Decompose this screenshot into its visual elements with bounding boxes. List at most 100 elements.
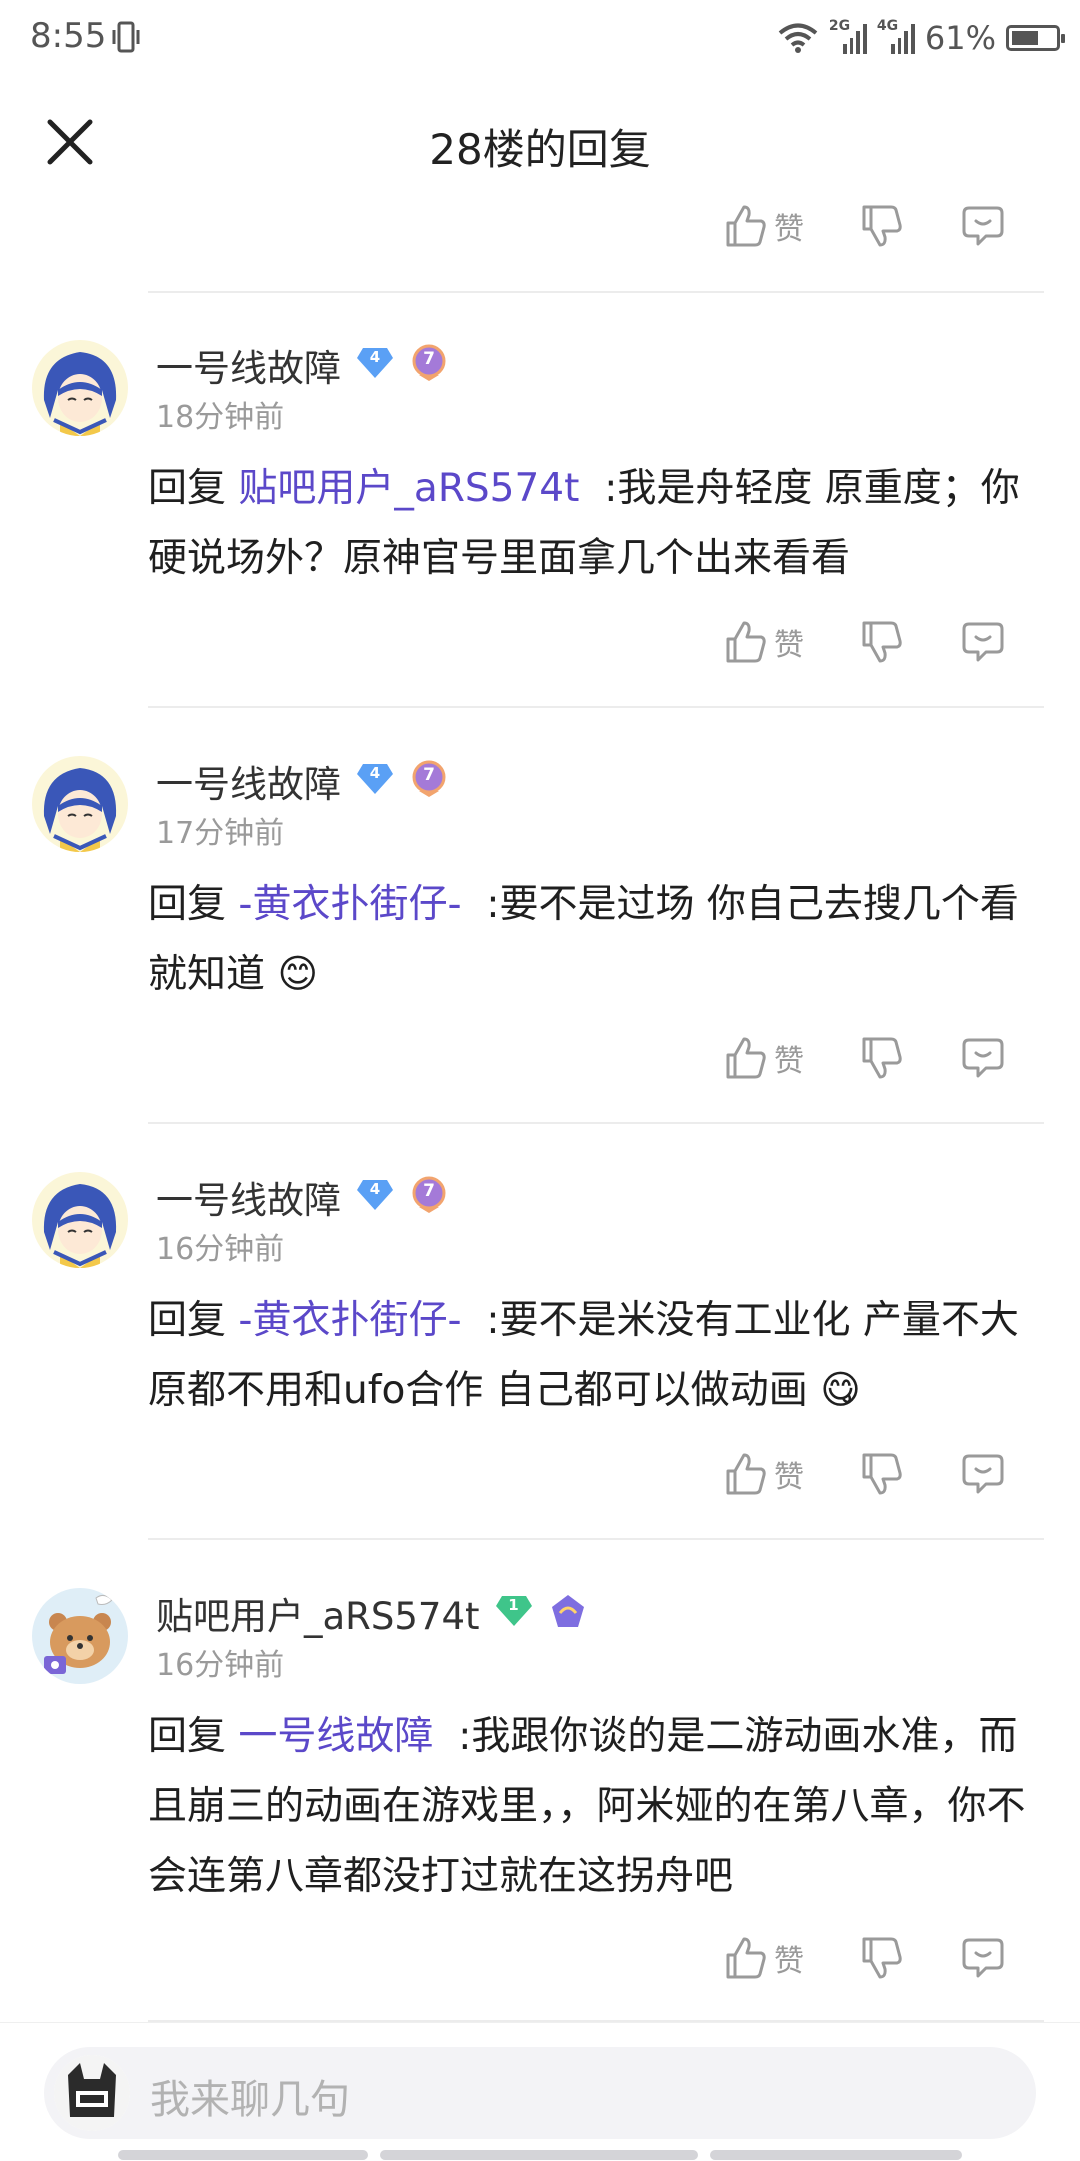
- level-number: 4: [369, 348, 381, 366]
- member-level-number: 7: [423, 1181, 435, 1201]
- member-badge: 7: [409, 1175, 449, 1219]
- comment-text: 回复 贴吧用户_aRS574t :我是舟轻度 原重度；你硬说场外？原神官号里面拿…: [148, 466, 1020, 581]
- comment-text: 回复 一号线故障 :我跟你谈的是二游动画水准，而且崩三的动画在游戏里，，阿米娅的…: [148, 1714, 1026, 1899]
- like-label: 赞: [774, 1944, 804, 1979]
- user-avatar-image: [32, 340, 128, 436]
- avatar[interactable]: [32, 1172, 128, 1268]
- thumbs-up-icon: [726, 1453, 766, 1495]
- reply-input[interactable]: 我来聊几句: [44, 2047, 1036, 2139]
- status-time: 8:55: [30, 16, 107, 56]
- reply-input-bar: 我来聊几句: [0, 2022, 1080, 2161]
- level-badge: 4: [355, 1178, 395, 1216]
- signal-4g-icon: 4G: [877, 18, 915, 54]
- page-title: 28楼的回复: [429, 125, 651, 174]
- divider: [148, 1538, 1044, 1540]
- comment-icon: [962, 1454, 1004, 1494]
- comment-text: 回复 -黄衣扑街仔- :要不是过场 你自己去搜几个看就知道 😊: [148, 882, 1019, 997]
- bottom-tab: [118, 2150, 368, 2160]
- thumbs-down-icon: [862, 621, 902, 663]
- member-level-number: 7: [423, 349, 435, 369]
- mention-link[interactable]: -黄衣扑街仔-: [238, 882, 461, 927]
- dislike-button[interactable]: [858, 1928, 904, 1988]
- divider: [148, 291, 1044, 293]
- user-avatar-image: [32, 1588, 128, 1684]
- like-label: 赞: [774, 628, 804, 663]
- reply-button[interactable]: [960, 1028, 1006, 1088]
- comment-icon: [962, 1938, 1004, 1978]
- prev-comment-actions: 赞: [722, 196, 1042, 256]
- like-button[interactable]: 赞: [722, 196, 804, 256]
- header: 28楼的回复: [0, 78, 1080, 206]
- bottom-tab: [380, 2150, 698, 2160]
- comment-icon: [962, 206, 1004, 246]
- wifi-icon: [778, 23, 818, 53]
- like-label: 赞: [774, 1460, 804, 1495]
- like-label: 赞: [774, 1044, 804, 1079]
- username[interactable]: 一号线故障: [156, 754, 341, 808]
- divider: [148, 706, 1044, 708]
- dislike-button[interactable]: [858, 1028, 904, 1088]
- level-number: 4: [369, 764, 381, 782]
- timestamp: 16分钟前: [156, 1648, 285, 1683]
- reply-button[interactable]: [960, 1928, 1006, 1988]
- timestamp: 17分钟前: [156, 816, 285, 851]
- mention-link[interactable]: 一号线故障: [238, 1714, 433, 1759]
- comment-icon: [962, 1038, 1004, 1078]
- thumbs-down-icon: [862, 1937, 902, 1979]
- comment-actions: 赞: [722, 612, 1042, 672]
- like-button[interactable]: 赞: [722, 1444, 804, 1504]
- thumbs-down-icon: [862, 205, 902, 247]
- thumbs-up-icon: [726, 1937, 766, 1979]
- comment-text: 回复 -黄衣扑街仔- :要不是米没有工业化 产量不大 原都不用和ufo合作 自己…: [148, 1298, 1019, 1413]
- vibrate-icon: [112, 21, 140, 53]
- comment-actions: 赞: [722, 1444, 1042, 1504]
- thumbs-down-icon: [862, 1453, 902, 1495]
- user-avatar-image: [32, 1172, 128, 1268]
- comment-icon: [962, 622, 1004, 662]
- level-number: 4: [369, 1180, 381, 1198]
- battery-icon: [1006, 25, 1065, 51]
- comment-actions: 赞: [722, 1028, 1042, 1088]
- bottom-tab: [710, 2150, 962, 2160]
- timestamp: 16分钟前: [156, 1232, 285, 1267]
- dislike-button[interactable]: [858, 196, 904, 256]
- username[interactable]: 一号线故障: [156, 338, 341, 392]
- level-badge: 4: [355, 346, 395, 384]
- timestamp: 18分钟前: [156, 400, 285, 435]
- reply-placeholder: 我来聊几句: [150, 2077, 350, 2123]
- dislike-button[interactable]: [858, 1444, 904, 1504]
- member-badge: 7: [409, 759, 449, 803]
- member-star-icon: [551, 1595, 584, 1627]
- avatar[interactable]: [32, 340, 128, 436]
- my-avatar[interactable]: [54, 2055, 130, 2131]
- emoji-icon: 😊: [277, 952, 319, 997]
- signal-2g-icon: 2G: [829, 18, 867, 54]
- username[interactable]: 贴吧用户_aRS574t: [156, 1586, 480, 1640]
- divider: [148, 1122, 1044, 1124]
- emoji-icon: 😋: [820, 1368, 861, 1413]
- like-button[interactable]: 赞: [722, 612, 804, 672]
- like-button[interactable]: 赞: [722, 1028, 804, 1088]
- dislike-button[interactable]: [858, 612, 904, 672]
- comment-actions: 赞: [722, 1928, 1042, 1988]
- mention-link[interactable]: 贴吧用户_aRS574t: [238, 466, 579, 511]
- level-number: 1: [508, 1596, 519, 1614]
- member-level-number: 7: [423, 765, 435, 785]
- like-button[interactable]: 赞: [722, 1928, 804, 1988]
- username[interactable]: 一号线故障: [156, 1170, 341, 1224]
- member-badge: 7: [409, 343, 449, 387]
- like-label: 赞: [774, 212, 804, 247]
- level-badge: 4: [355, 762, 395, 800]
- thumbs-up-icon: [726, 1037, 766, 1079]
- mention-link[interactable]: -黄衣扑街仔-: [238, 1298, 461, 1343]
- reply-button[interactable]: [960, 1444, 1006, 1504]
- reply-button[interactable]: [960, 196, 1006, 256]
- level-badge: 1: [494, 1594, 534, 1632]
- user-avatar-image: [32, 756, 128, 852]
- member-badge: [548, 1591, 588, 1635]
- reply-button[interactable]: [960, 612, 1006, 672]
- thumbs-down-icon: [862, 1037, 902, 1079]
- thumbs-up-icon: [726, 205, 766, 247]
- avatar[interactable]: [32, 756, 128, 852]
- avatar[interactable]: [32, 1588, 128, 1684]
